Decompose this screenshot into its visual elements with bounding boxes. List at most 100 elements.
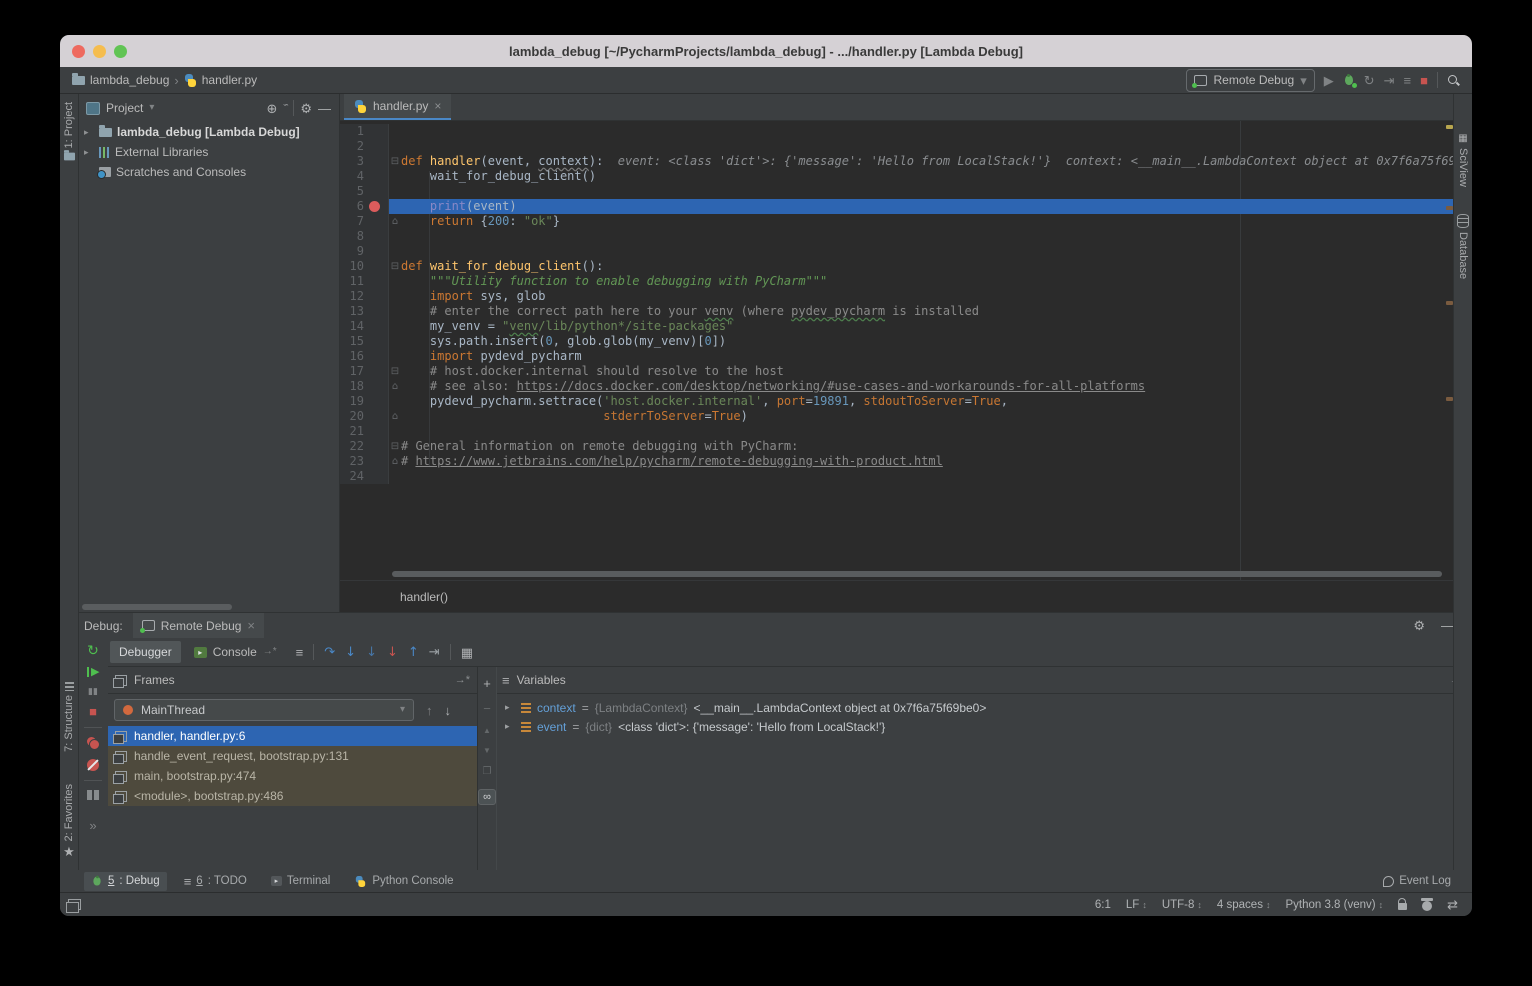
gutter[interactable] <box>364 199 389 214</box>
code-text[interactable]: ⊟def wait_for_debug_client(): <box>389 259 1454 274</box>
tool-stripe-structure[interactable]: 7: Structure <box>60 682 78 752</box>
breadcrumb-project[interactable]: lambda_debug <box>90 73 169 87</box>
debug-session-tab[interactable]: Remote Debug × <box>133 613 264 638</box>
rerun-icon[interactable]: ↻ <box>87 643 99 657</box>
code-text[interactable]: import sys, glob <box>389 289 1454 304</box>
event-log-button[interactable]: Event Log <box>1376 872 1458 891</box>
code-text[interactable] <box>389 469 1454 484</box>
resume-icon[interactable]: ▶ <box>87 666 99 678</box>
code-text[interactable]: ⌂ # see also: https://docs.docker.com/de… <box>389 379 1454 394</box>
inspection-indicator[interactable] <box>1446 125 1453 129</box>
code-text[interactable]: wait_for_debug_client() <box>389 169 1454 184</box>
toolwindow-button-todo[interactable]: ≡6: TODO <box>177 872 254 891</box>
error-stripe-mark[interactable] <box>1446 301 1453 305</box>
more-icon[interactable]: » <box>89 819 96 832</box>
status-item[interactable]: LF↕ <box>1126 899 1147 911</box>
step-into-my-code-icon[interactable]: ↓ <box>387 645 398 660</box>
line-number[interactable]: 7 <box>340 214 364 229</box>
code-text[interactable] <box>389 424 1454 439</box>
tool-stripe-project[interactable]: 1: Project <box>60 102 78 161</box>
gutter[interactable] <box>364 169 389 184</box>
breakpoint-icon[interactable] <box>369 201 380 212</box>
line-number[interactable]: 23 <box>340 454 364 469</box>
gutter[interactable] <box>364 259 389 274</box>
gutter[interactable] <box>364 439 389 454</box>
unlock-icon[interactable] <box>1398 903 1407 910</box>
line-number[interactable]: 5 <box>340 184 364 199</box>
line-number[interactable]: 15 <box>340 334 364 349</box>
run-with-coverage-icon[interactable]: ⇥ <box>1384 74 1395 87</box>
code-text[interactable]: ⊟ # host.docker.internal should resolve … <box>389 364 1454 379</box>
remove-watch-icon[interactable]: − <box>483 702 491 715</box>
status-item[interactable]: 4 spaces↕ <box>1217 899 1271 911</box>
gutter[interactable] <box>364 229 389 244</box>
line-number[interactable]: 10 <box>340 259 364 274</box>
code-text[interactable] <box>389 229 1454 244</box>
locate-icon[interactable]: ⊕ <box>266 102 277 115</box>
code-text[interactable]: ⊟# General information on remote debuggi… <box>389 439 1454 454</box>
restore-layout-icon[interactable] <box>87 790 99 800</box>
line-number[interactable]: 24 <box>340 469 364 484</box>
gutter[interactable] <box>364 349 389 364</box>
project-tree-item[interactable]: ▸External Libraries <box>78 142 339 162</box>
line-number[interactable]: 12 <box>340 289 364 304</box>
gutter[interactable] <box>364 319 389 334</box>
line-number[interactable]: 18 <box>340 379 364 394</box>
code-line[interactable]: 14 my_venv = "venv/lib/python*/site-pack… <box>340 319 1454 334</box>
variable-row[interactable]: ▸event={dict}<class 'dict'>: {'message':… <box>497 717 1472 736</box>
duplicate-icon[interactable]: ❐ <box>483 767 492 777</box>
line-number[interactable]: 3 <box>340 154 364 169</box>
gutter[interactable] <box>364 379 389 394</box>
breadcrumb-function[interactable]: handler() <box>400 590 448 604</box>
code-line[interactable]: 8 <box>340 229 1454 244</box>
code-line[interactable]: 22 ⊟# General information on remote debug… <box>340 439 1454 454</box>
expand-arrow-icon[interactable]: ▸ <box>84 127 94 138</box>
line-number[interactable]: 9 <box>340 244 364 259</box>
code-text[interactable]: ⌂ return {200: "ok"} <box>389 214 1454 229</box>
line-number[interactable]: 22 <box>340 439 364 454</box>
stack-frame[interactable]: <module>, bootstrap.py:486 <box>108 786 477 806</box>
code-line[interactable]: 7 ⌂ return {200: "ok"} <box>340 214 1454 229</box>
status-item[interactable]: Python 3.8 (venv)↕ <box>1285 899 1383 911</box>
titlebar[interactable]: lambda_debug [~/PycharmProjects/lambda_d… <box>60 35 1472 67</box>
code-line[interactable]: 2 <box>340 139 1454 154</box>
fold-marker-icon[interactable]: ⌂ <box>389 214 401 229</box>
tab-debugger[interactable]: Debugger <box>110 641 181 663</box>
close-icon[interactable]: × <box>434 99 441 113</box>
stop-icon[interactable]: ■ <box>89 705 97 718</box>
tool-stripe-sciview[interactable]: ▦ SciView <box>1454 134 1472 187</box>
expand-arrow-icon[interactable]: ▸ <box>84 147 94 158</box>
code-line[interactable]: 19 pydevd_pycharm.settrace('host.docker.… <box>340 394 1454 409</box>
fold-marker-icon[interactable]: ⌂ <box>389 409 401 424</box>
gutter[interactable] <box>364 394 389 409</box>
code-line[interactable]: 17⊟ # host.docker.internal should resolv… <box>340 364 1454 379</box>
code-line[interactable]: 5 <box>340 184 1454 199</box>
error-stripe-mark[interactable] <box>1446 397 1453 401</box>
error-stripe-mark[interactable] <box>1446 206 1453 210</box>
line-number[interactable]: 14 <box>340 319 364 334</box>
hide-frames-icon[interactable]: →* <box>455 674 470 686</box>
status-item[interactable]: 6:1 <box>1095 899 1111 911</box>
thread-select[interactable]: MainThread ▾ <box>114 699 414 721</box>
stack-frame[interactable]: handler, handler.py:6 <box>108 726 477 746</box>
project-tree-item[interactable]: ▸lambda_debug [Lambda Debug] <box>78 122 339 142</box>
expand-arrow-icon[interactable]: ▸ <box>505 721 515 732</box>
run-configuration-select[interactable]: Remote Debug ▾ <box>1186 69 1314 92</box>
run-to-cursor-icon[interactable]: ⇥ <box>429 645 440 660</box>
next-frame-icon[interactable]: ↓ <box>445 704 452 717</box>
variable-row[interactable]: ▸context={LambdaContext}<__main__.Lambda… <box>497 698 1472 717</box>
step-into-icon[interactable]: ↓ <box>345 645 356 660</box>
code-line[interactable]: 21 <box>340 424 1454 439</box>
gutter[interactable] <box>364 184 389 199</box>
previous-frame-icon[interactable]: ↑ <box>426 704 433 717</box>
gutter[interactable] <box>364 274 389 289</box>
code-line[interactable]: 20⌂ stderrToServer=True) <box>340 409 1454 424</box>
code-line[interactable]: 3⊟def handler(event, context): event: <c… <box>340 154 1454 169</box>
line-number[interactable]: 2 <box>340 139 364 154</box>
code-line[interactable]: 24 <box>340 469 1454 484</box>
line-number[interactable]: 1 <box>340 124 364 139</box>
status-item[interactable]: UTF-8↕ <box>1162 899 1202 911</box>
code-text[interactable]: my_venv = "venv/lib/python*/site-package… <box>389 319 1454 334</box>
line-number[interactable]: 6 <box>340 199 364 214</box>
code-text[interactable] <box>389 124 1454 139</box>
